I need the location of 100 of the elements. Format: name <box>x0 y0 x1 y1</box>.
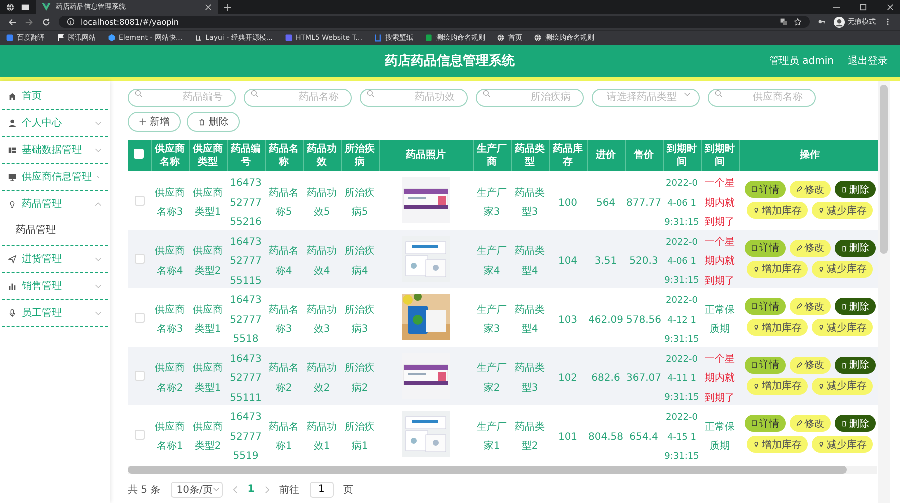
send-icon <box>8 254 17 264</box>
stock-button[interactable]: 减少库存 <box>812 378 873 395</box>
globe-icon <box>534 34 542 42</box>
row-checkbox[interactable] <box>134 430 144 440</box>
stock-button[interactable]: 减少库存 <box>812 319 873 336</box>
forward-icon[interactable] <box>25 18 34 26</box>
translate-icon[interactable] <box>780 18 788 26</box>
square-icon <box>6 34 14 42</box>
table-cell: 药品名称2 <box>269 363 299 394</box>
stock-button[interactable]: 减少库存 <box>812 202 873 220</box>
table-cell: 供应商类型2 <box>193 246 223 277</box>
home-icon <box>8 92 17 100</box>
expiry-status: 一个星期内就到期了 <box>705 354 735 404</box>
column-header: 到期时间 <box>663 140 701 171</box>
edit-button[interactable]: 修改 <box>790 181 830 198</box>
bulb-icon <box>818 441 825 448</box>
row-checkbox[interactable] <box>134 371 144 382</box>
delete-button[interactable]: 删除 <box>834 240 876 257</box>
goto-page-field[interactable]: 1 <box>310 482 334 498</box>
detail-button[interactable]: 详情 <box>744 181 786 198</box>
stock-button[interactable]: 增加库存 <box>747 202 808 220</box>
key-icon[interactable] <box>818 18 826 26</box>
edit-button[interactable]: 修改 <box>790 298 830 316</box>
table-cell: 药品名称1 <box>269 422 299 452</box>
table-cell: 药品类型4 <box>515 246 545 277</box>
table-cell: 101 <box>558 432 578 442</box>
info-icon[interactable] <box>67 18 75 26</box>
table-cell: 3.51 <box>594 256 618 267</box>
search-field[interactable]: 药品编号 <box>128 88 236 106</box>
type-select[interactable]: 请选择药品类型 <box>592 88 700 106</box>
table-cell: 药品名称3 <box>269 304 299 336</box>
column-header: 药品照片 <box>379 140 473 171</box>
search-icon <box>251 90 259 98</box>
horizontal-scrollbar[interactable] <box>128 466 877 474</box>
page-size-select[interactable]: 10条/页 <box>170 482 223 498</box>
bulb-icon <box>818 382 825 390</box>
row-checkbox[interactable] <box>134 312 144 323</box>
table-cell: 供应商名称4 <box>155 246 185 277</box>
stock-button[interactable]: 增加库存 <box>747 378 808 395</box>
delete-button[interactable]: 删除 <box>834 298 876 316</box>
detail-button[interactable]: 详情 <box>744 415 786 432</box>
table-cell: 164735277755216 <box>230 178 262 228</box>
stock-button[interactable]: 增加库存 <box>747 436 808 454</box>
reload-icon[interactable] <box>42 18 51 26</box>
table-cell: 804.58 <box>588 432 624 442</box>
table-cell: 520.3 <box>630 256 658 267</box>
table-cell: 药品名称4 <box>269 246 299 277</box>
bulb-icon <box>818 266 825 273</box>
submenu-item[interactable]: 药品管理 <box>0 217 110 245</box>
detail-button[interactable]: 详情 <box>744 240 786 257</box>
search-field[interactable]: 药品功效 <box>360 88 468 106</box>
detail-button[interactable]: 详情 <box>744 356 786 374</box>
add-button[interactable]: 新增 <box>128 112 181 132</box>
search-field[interactable]: 药品名称 <box>244 88 352 106</box>
bracket-icon <box>374 34 382 42</box>
stock-button[interactable]: 增加库存 <box>747 260 808 278</box>
globe-icon[interactable] <box>6 2 15 12</box>
search-field[interactable]: 供应商名称 <box>708 88 816 106</box>
caret-icon <box>212 487 220 492</box>
select-all-checkbox[interactable] <box>134 148 144 158</box>
stock-button[interactable]: 减少库存 <box>812 260 873 278</box>
table-cell: 367.07 <box>626 373 662 384</box>
table-cell: 2022-04-06 19:31:15 <box>664 179 700 228</box>
address-field[interactable]: localhost:8081/#/yaopin <box>59 16 810 28</box>
edit-button[interactable]: 修改 <box>790 415 830 432</box>
table-cell: 所治疾病2 <box>345 363 375 394</box>
goto-label: 前往 <box>280 484 300 496</box>
delete-button[interactable]: 删除 <box>834 356 876 374</box>
row-checkbox[interactable] <box>134 196 144 206</box>
chart-icon <box>8 282 17 290</box>
back-icon[interactable] <box>8 18 17 26</box>
delete-button[interactable]: 删除 <box>834 415 876 432</box>
edit-button[interactable]: 修改 <box>790 240 830 257</box>
table-cell: 供应商类型1 <box>193 304 223 336</box>
stock-button[interactable]: 减少库存 <box>812 436 873 454</box>
restore-icon[interactable] <box>860 4 867 10</box>
edit-button[interactable]: 修改 <box>790 356 830 374</box>
vertical-scrollbar[interactable] <box>878 81 890 503</box>
bulb-icon <box>753 324 760 332</box>
table-cell: 药品功效3 <box>307 304 337 336</box>
trash-icon <box>840 420 848 428</box>
window-icon[interactable] <box>21 2 30 12</box>
new-tab-icon[interactable] <box>224 4 231 10</box>
bulb-icon <box>753 382 760 390</box>
stock-button[interactable]: 增加库存 <box>747 319 808 336</box>
column-header: 操作 <box>739 140 881 171</box>
delete-button[interactable]: 删除 <box>187 112 240 132</box>
table-cell: 102 <box>558 373 578 384</box>
table-cell: 564 <box>596 198 616 208</box>
table-cell: 578.56 <box>626 314 662 326</box>
detail-button[interactable]: 详情 <box>744 298 786 316</box>
search-icon <box>367 90 375 98</box>
delete-button[interactable]: 删除 <box>834 181 876 198</box>
avatar-icon <box>834 16 845 28</box>
close-icon[interactable] <box>887 4 894 10</box>
search-field[interactable]: 所治疾病 <box>476 88 584 106</box>
row-checkbox[interactable] <box>134 254 144 264</box>
star-icon[interactable] <box>794 18 802 26</box>
close-icon[interactable] <box>205 4 212 10</box>
table-cell: 生产厂家3 <box>477 188 507 218</box>
